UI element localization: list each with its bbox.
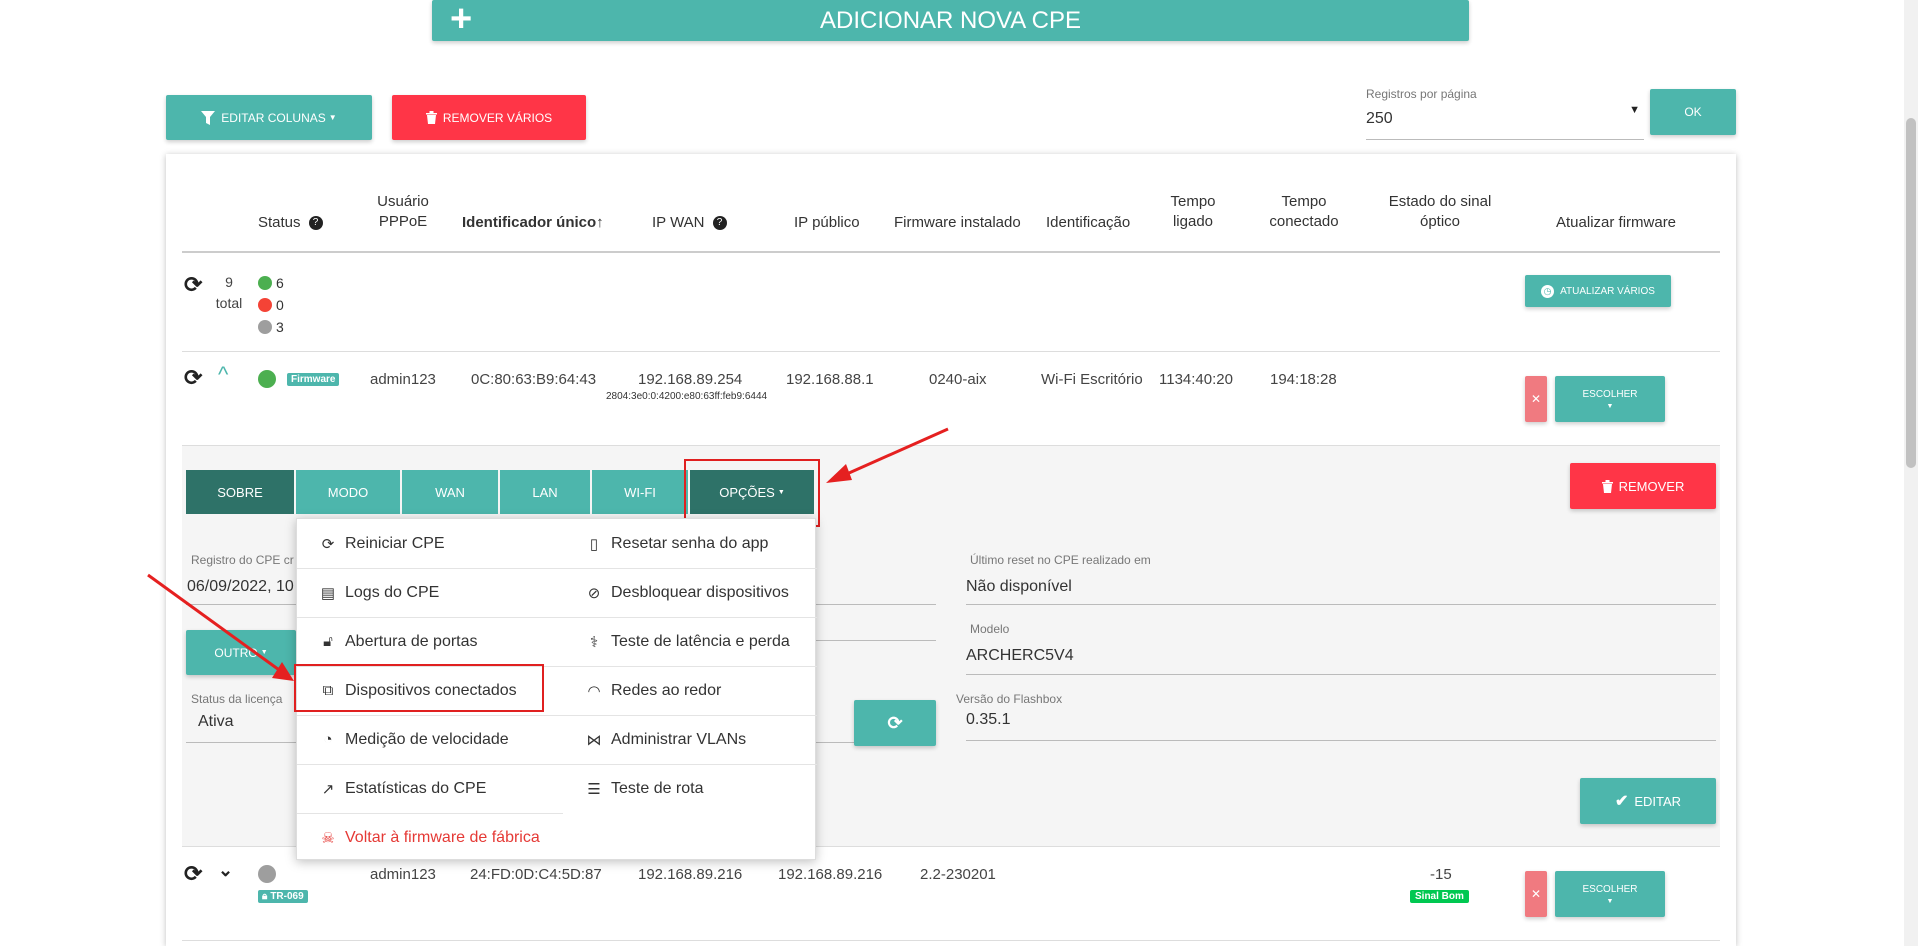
scrollbar-track[interactable] [1904,0,1918,946]
arrow-to-options [839,427,949,479]
scrollbar-thumb[interactable] [1906,118,1916,468]
arrow-head [272,662,294,681]
arrow-to-connected-devices [147,573,283,674]
arrow-head [826,464,852,483]
annotation-arrows [147,427,949,681]
